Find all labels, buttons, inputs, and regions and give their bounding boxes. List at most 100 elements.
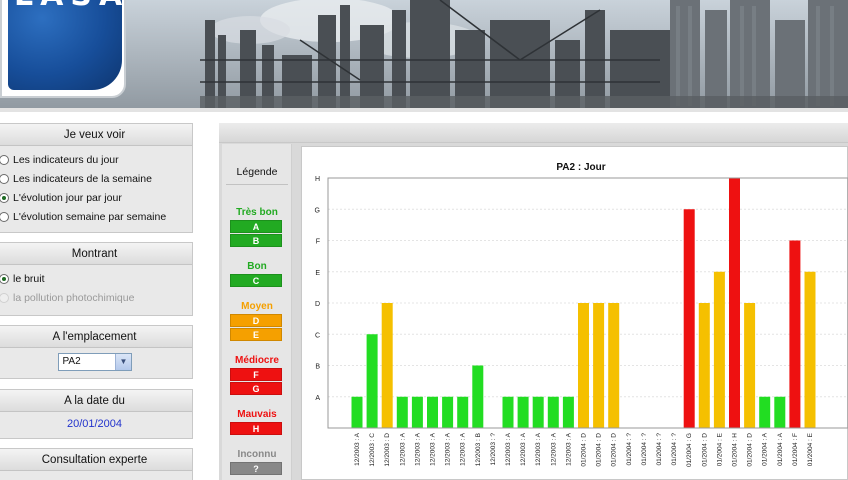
x-tick-label: 12/2003 : D (384, 433, 391, 467)
x-tick-label: 12/2003 : A (520, 432, 527, 466)
chart-bar (381, 303, 393, 428)
x-tick-label: 01/2004 : G (686, 433, 693, 467)
legend-label-inconnu: Inconnu (237, 449, 277, 460)
chart-bar (593, 303, 605, 428)
chart-bar (396, 396, 408, 428)
location-select[interactable]: PA2 ▼ (57, 353, 132, 371)
legend-label-mauvais: Mauvais (237, 409, 277, 420)
chart-bar (351, 396, 363, 428)
legend-panel: Légende Très bon A B Bon C Moyen D E Méd… (222, 144, 292, 480)
x-tick-label: 01/2004 : ? (671, 433, 678, 466)
legend-code-a: A (230, 220, 282, 233)
radio-weekly-evolution[interactable] (0, 211, 9, 222)
x-tick-label: 12/2003 : A (505, 432, 512, 466)
chart-bar (578, 303, 589, 428)
legend-label-mediocre: Médiocre (235, 355, 279, 366)
y-tick-label: B (315, 364, 320, 371)
x-tick-label: 01/2004 : A (762, 432, 769, 466)
radio-weekly-indicators[interactable] (0, 173, 9, 184)
chart-bar (547, 396, 559, 428)
logo-emblem (8, 0, 122, 90)
x-tick-label: 12/2003 : C (369, 433, 376, 467)
legend-label-tres-bon: Très bon (236, 207, 278, 218)
y-tick-label: E (315, 270, 320, 277)
show-panel-title: Montrant (0, 243, 192, 265)
x-tick-label: 01/2004 : D (611, 433, 618, 467)
legend-code-h: H (230, 422, 282, 435)
chevron-down-icon: ▼ (119, 357, 128, 366)
chart-bar (713, 271, 725, 428)
show-option-noise[interactable]: le bruit (0, 269, 192, 288)
page-root: LASA Je veux voir Les indicateurs du jou… (0, 0, 848, 480)
legend-code-b: B (230, 234, 282, 247)
chart-y-ticks: A B C D E F G H (315, 176, 321, 402)
location-select-button[interactable]: ▼ (114, 354, 131, 370)
bar-chart: PA2 : Jour ABCDEFGH 12/2003 : A 12/2003 :… (315, 162, 848, 467)
x-tick-label: 01/2004 : F (792, 433, 799, 466)
view-panel: Je veux voir Les indicateurs du jour Les… (0, 123, 193, 233)
view-option-label: Les indicateurs de la semaine (13, 172, 152, 185)
chart-bar (789, 240, 801, 428)
y-tick-label: A (315, 395, 320, 402)
x-tick-label: 01/2004 : ? (626, 433, 633, 466)
x-tick-label: 12/2003 : ? (490, 433, 497, 466)
x-tick-label: 12/2003 : A (430, 432, 437, 466)
view-option-label: L'évolution semaine par semaine (13, 210, 167, 223)
radio-noise[interactable] (0, 273, 9, 284)
logo-text: LASA (14, 0, 124, 13)
show-panel: Montrant le bruit la pollution photochim… (0, 242, 193, 316)
legend-label-moyen: Moyen (241, 301, 273, 312)
radio-daily-evolution[interactable] (0, 192, 9, 203)
view-option-daily-indicators[interactable]: Les indicateurs du jour (0, 150, 192, 169)
chart-bar (744, 303, 756, 428)
date-value-link[interactable]: 20/01/2004 (0, 412, 192, 435)
y-tick-label: D (315, 301, 320, 308)
radio-daily-indicators[interactable] (0, 154, 9, 165)
x-tick-label: 01/2004 : E (807, 432, 814, 466)
x-tick-label: 12/2003 : A (565, 432, 572, 466)
chart-bar (442, 396, 454, 428)
chart-bar (698, 303, 710, 428)
view-option-label: Les indicateurs du jour (13, 153, 119, 166)
chart-bar (562, 396, 574, 428)
view-panel-title: Je veux voir (0, 124, 192, 146)
legend-code-f: F (230, 368, 282, 381)
x-tick-label: 12/2003 : B (475, 433, 482, 466)
legend-code-e: E (230, 328, 282, 341)
chart-bar (457, 396, 469, 428)
view-option-daily-evolution[interactable]: L'évolution jour par jour (0, 188, 192, 207)
x-tick-label: 01/2004 : H (732, 433, 739, 467)
x-tick-label: 12/2003 : A (460, 432, 467, 466)
logo[interactable]: LASA (0, 0, 126, 98)
logo-swoosh-icon (2, 20, 124, 96)
legend-code-d: D (230, 314, 282, 327)
banner-divider (0, 108, 848, 112)
chart-bar (427, 396, 438, 428)
chart-bar (608, 303, 620, 428)
x-tick-label: 12/2003 : A (414, 432, 421, 466)
chart-bar (804, 271, 816, 428)
radio-photochemical (0, 292, 9, 303)
date-panel-title: A la date du (0, 390, 192, 412)
main-toolbar (219, 123, 848, 143)
chart-bar (532, 396, 544, 428)
chart-panel: PA2 : Jour ABCDEFGH 12/2003 : A 12/2003 :… (301, 146, 848, 480)
x-tick-label: 12/2003 : A (535, 432, 542, 466)
chart-bar (683, 209, 695, 428)
chart-bar (366, 334, 378, 428)
x-tick-label: 01/2004 : A (777, 432, 784, 466)
x-tick-label: 01/2004 : D (581, 433, 588, 467)
view-option-weekly-evolution[interactable]: L'évolution semaine par semaine (0, 207, 192, 226)
y-tick-label: F (316, 239, 320, 246)
chart-bar (411, 396, 423, 428)
view-option-weekly-indicators[interactable]: Les indicateurs de la semaine (0, 169, 192, 188)
expert-panel-title[interactable]: Consultation experte (0, 449, 192, 471)
x-tick-label: 12/2003 : A (399, 432, 406, 466)
x-tick-label: 01/2004 : E (716, 432, 723, 466)
x-tick-label: 01/2004 : D (747, 433, 754, 467)
chart-bar (759, 396, 771, 428)
chart-bar (472, 365, 484, 428)
location-panel-title: A l'emplacement (0, 326, 192, 348)
legend-code-c: C (230, 274, 282, 287)
y-tick-label: G (315, 207, 320, 214)
